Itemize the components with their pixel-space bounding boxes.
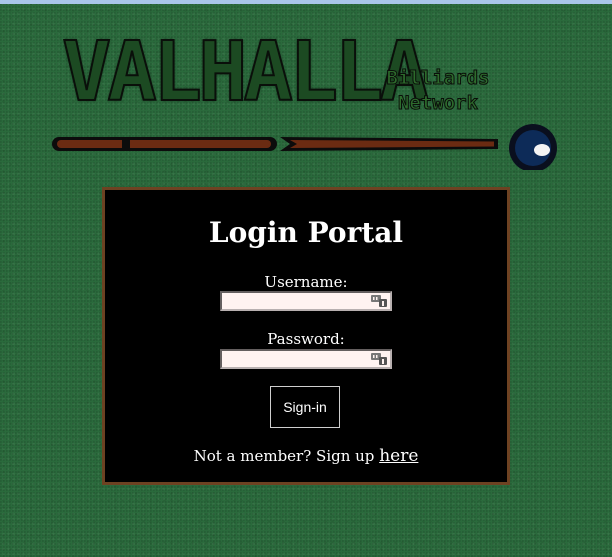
logo-subtitle: Billiards Network: [368, 66, 508, 116]
password-label: Password:: [267, 330, 345, 348]
username-input[interactable]: [220, 291, 392, 311]
logo-subtitle-line1: Billiards: [386, 67, 490, 90]
login-panel: Login Portal Username: Password: Sign-in…: [102, 187, 510, 485]
signup-prompt: Not a member? Sign up here: [105, 446, 507, 466]
cue-and-ball-graphic: [52, 124, 557, 170]
billiard-ball: [509, 124, 557, 170]
site-logo: VALHALLA: [61, 27, 430, 120]
browser-top-strip: [0, 0, 612, 4]
signup-link[interactable]: here: [379, 446, 418, 466]
password-manager-key-icon[interactable]: [371, 294, 387, 308]
logo-subtitle-line2: Network: [397, 92, 479, 115]
username-label: Username:: [264, 273, 348, 291]
signup-prompt-text: Not a member? Sign up: [193, 447, 380, 465]
page-title: Login Portal: [208, 216, 404, 249]
password-manager-key-icon[interactable]: [371, 352, 387, 366]
sign-in-button[interactable]: Sign-in: [270, 386, 340, 428]
cue-stick: [52, 137, 498, 151]
password-input[interactable]: [220, 349, 392, 369]
